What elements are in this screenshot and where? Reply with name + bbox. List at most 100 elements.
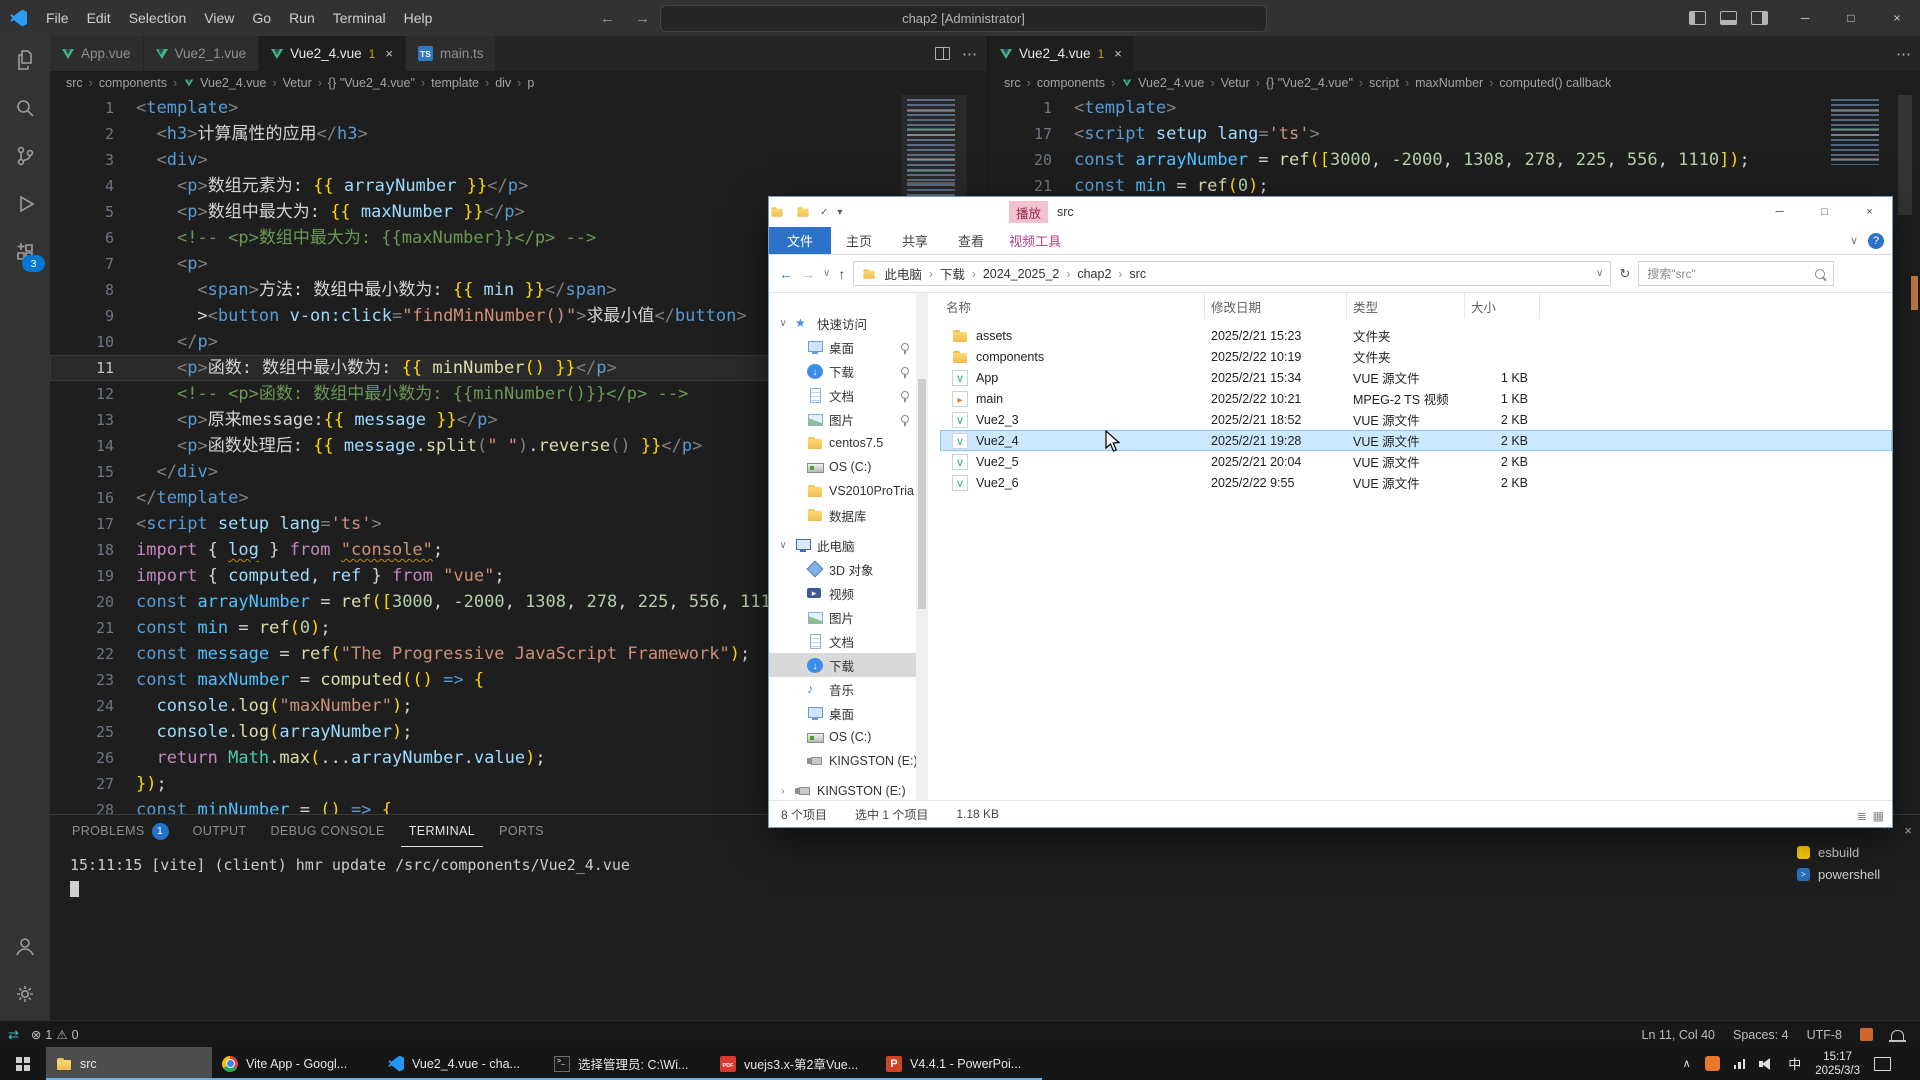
- menu-item-edit[interactable]: Edit: [78, 0, 120, 36]
- address-segment[interactable]: src: [1129, 267, 1146, 281]
- nav-item-桌面[interactable]: 桌面: [769, 701, 916, 725]
- menu-item-help[interactable]: Help: [395, 0, 442, 36]
- panel-tab-output[interactable]: OUTPUT: [185, 815, 255, 847]
- nav-up-icon[interactable]: ↑: [838, 266, 845, 282]
- breadcrumb-item[interactable]: p: [527, 76, 534, 90]
- toggle-secondary-sidebar-icon[interactable]: [1751, 11, 1768, 25]
- toggle-panel-icon[interactable]: [1720, 11, 1737, 25]
- explorer-maximize-button[interactable]: □: [1802, 197, 1847, 227]
- terminal-output[interactable]: 15:11:15 [vite] (client) hmr update /src…: [70, 853, 630, 901]
- forward-icon[interactable]: →: [635, 10, 650, 27]
- file-row-Vue2_6[interactable]: Vue2_62025/2/22 9:55VUE 源文件2 KB: [940, 472, 1892, 493]
- address-segment[interactable]: 2024_2025_2: [983, 267, 1059, 281]
- network-icon[interactable]: [1734, 1059, 1746, 1069]
- breadcrumb-item[interactable]: {} "Vue2_4.vue": [328, 76, 415, 90]
- breadcrumb-item[interactable]: components: [1037, 76, 1105, 90]
- taskbar-button-Vite App - Googl...[interactable]: Vite App - Googl...: [212, 1047, 378, 1080]
- nav-item-视频[interactable]: 视频: [769, 581, 916, 605]
- ribbon-tab-file[interactable]: 文件: [769, 227, 831, 254]
- address-segment[interactable]: chap2: [1077, 267, 1111, 281]
- explorer-minimize-button[interactable]: ─: [1757, 197, 1802, 227]
- help-icon[interactable]: ?: [1868, 233, 1884, 249]
- nav-item-VS2010ProTria[interactable]: VS2010ProTria: [769, 479, 916, 503]
- terminal-instance-powershell[interactable]: >powershell: [1797, 863, 1893, 885]
- nav-item-3D 对象[interactable]: 3D 对象: [769, 557, 916, 581]
- menu-item-terminal[interactable]: Terminal: [324, 0, 395, 36]
- nav-item-图片[interactable]: 图片: [769, 605, 916, 629]
- extensions-icon[interactable]: 3: [0, 228, 50, 276]
- ime-indicator[interactable]: 中: [1788, 1054, 1801, 1073]
- column-header-修改日期[interactable]: 修改日期: [1205, 293, 1347, 319]
- cursor-position[interactable]: Ln 11, Col 40: [1642, 1028, 1715, 1042]
- address-segment[interactable]: 此电脑: [884, 264, 922, 283]
- tab-close-icon[interactable]: ×: [1114, 46, 1122, 61]
- chevron-right-icon[interactable]: ›: [777, 786, 789, 797]
- panel-tab-terminal[interactable]: TERMINAL: [401, 815, 483, 847]
- minimize-button[interactable]: ─: [1782, 0, 1828, 36]
- taskbar-button-Vue2_4.vue - cha...[interactable]: Vue2_4.vue - cha...: [378, 1047, 544, 1080]
- code-line[interactable]: 1<template>: [50, 95, 987, 121]
- breadcrumb-item[interactable]: div: [495, 76, 511, 90]
- account-icon[interactable]: [0, 922, 50, 970]
- editor-tab-main.ts[interactable]: TSmain.ts: [406, 36, 497, 71]
- breadcrumb-item[interactable]: Vetur: [1221, 76, 1250, 90]
- chevron-down-icon[interactable]: ∨: [777, 540, 789, 551]
- code-line[interactable]: 2 <h3>计算属性的应用</h3>: [50, 121, 987, 147]
- file-row-main[interactable]: main2025/2/22 10:21MPEG-2 TS 视频1 KB: [940, 388, 1892, 409]
- nav-item-OS (C:)[interactable]: OS (C:): [769, 455, 916, 479]
- qat-folder-icon[interactable]: [797, 206, 810, 219]
- nav-item-文档[interactable]: 文档: [769, 629, 916, 653]
- nav-item-数据库[interactable]: 数据库: [769, 503, 916, 527]
- settings-gear-icon[interactable]: [0, 970, 50, 1018]
- column-header-类型[interactable]: 类型: [1347, 293, 1465, 319]
- breadcrumb-item[interactable]: Vetur: [283, 76, 312, 90]
- code-line[interactable]: 3 <div>: [50, 147, 987, 173]
- breadcrumb-item[interactable]: components: [99, 76, 167, 90]
- menu-item-selection[interactable]: Selection: [120, 0, 196, 36]
- back-icon[interactable]: ←: [600, 10, 615, 27]
- taskbar-clock[interactable]: 15:17 2025/3/3: [1815, 1050, 1860, 1078]
- editor-tab-Vue2_4.vue[interactable]: Vue2_4.vue1×: [988, 36, 1135, 71]
- tab-close-icon[interactable]: ×: [385, 46, 393, 61]
- nav-item-快速访问[interactable]: ∨快速访问: [769, 311, 916, 335]
- address-segment[interactable]: 下载: [940, 264, 965, 283]
- breadcrumb-item[interactable]: src: [66, 76, 83, 90]
- nav-back-icon[interactable]: ←: [779, 266, 793, 282]
- code-line[interactable]: 17<script setup lang='ts'>: [988, 121, 1920, 147]
- overview-ruler[interactable]: [1893, 95, 1920, 814]
- explorer-close-button[interactable]: ×: [1847, 197, 1892, 227]
- menu-item-file[interactable]: File: [37, 0, 78, 36]
- thumbnail-view-icon[interactable]: ▦: [1873, 809, 1884, 823]
- problems-status[interactable]: ⊗ 1 ⚠ 0: [31, 1027, 79, 1042]
- terminal-instance-esbuild[interactable]: esbuild: [1797, 841, 1893, 863]
- menu-item-go[interactable]: Go: [243, 0, 280, 36]
- nav-item-桌面[interactable]: 桌面: [769, 335, 916, 359]
- nav-item-centos7.5[interactable]: centos7.5: [769, 431, 916, 455]
- nav-item-KINGSTON (E:)[interactable]: KINGSTON (E:): [769, 749, 916, 773]
- chevron-down-icon[interactable]: ∨: [777, 318, 789, 329]
- taskbar-button-选择管理员: C:\Wi...[interactable]: 选择管理员: C:\Wi...: [544, 1047, 710, 1080]
- action-center-icon[interactable]: [1874, 1057, 1891, 1071]
- file-row-Vue2_3[interactable]: Vue2_32025/2/21 18:52VUE 源文件2 KB: [940, 409, 1892, 430]
- breadcrumb-item[interactable]: src: [1004, 76, 1021, 90]
- breadcrumb-item[interactable]: Vue2_4.vue: [1138, 76, 1204, 90]
- ribbon-tab-video-tools[interactable]: 视频工具: [999, 231, 1071, 250]
- file-row-Vue2_5[interactable]: Vue2_52025/2/21 20:04VUE 源文件2 KB: [940, 451, 1892, 472]
- close-button[interactable]: ×: [1874, 0, 1920, 36]
- details-view-icon[interactable]: ≣: [1857, 809, 1867, 823]
- volume-icon[interactable]: [1759, 1058, 1774, 1070]
- source-control-icon[interactable]: [0, 132, 50, 180]
- remote-indicator-icon[interactable]: ⇄: [8, 1027, 19, 1043]
- nav-item-KINGSTON (E:)[interactable]: ›KINGSTON (E:): [769, 779, 916, 801]
- explorer-search-box[interactable]: 搜索"src": [1638, 261, 1834, 286]
- vite-status-icon[interactable]: [1860, 1028, 1873, 1041]
- encoding[interactable]: UTF-8: [1807, 1028, 1842, 1042]
- explorer-icon[interactable]: [0, 36, 50, 84]
- nav-item-文档[interactable]: 文档: [769, 383, 916, 407]
- editor-tab-Vue2_1.vue[interactable]: Vue2_1.vue: [144, 36, 260, 71]
- breadcrumb-item[interactable]: {} "Vue2_4.vue": [1266, 76, 1353, 90]
- command-center[interactable]: chap2 [Administrator]: [660, 5, 1267, 32]
- panel-tab-problems[interactable]: PROBLEMS1: [64, 815, 177, 847]
- code-line[interactable]: 1<template>: [988, 95, 1920, 121]
- indentation[interactable]: Spaces: 4: [1733, 1028, 1789, 1042]
